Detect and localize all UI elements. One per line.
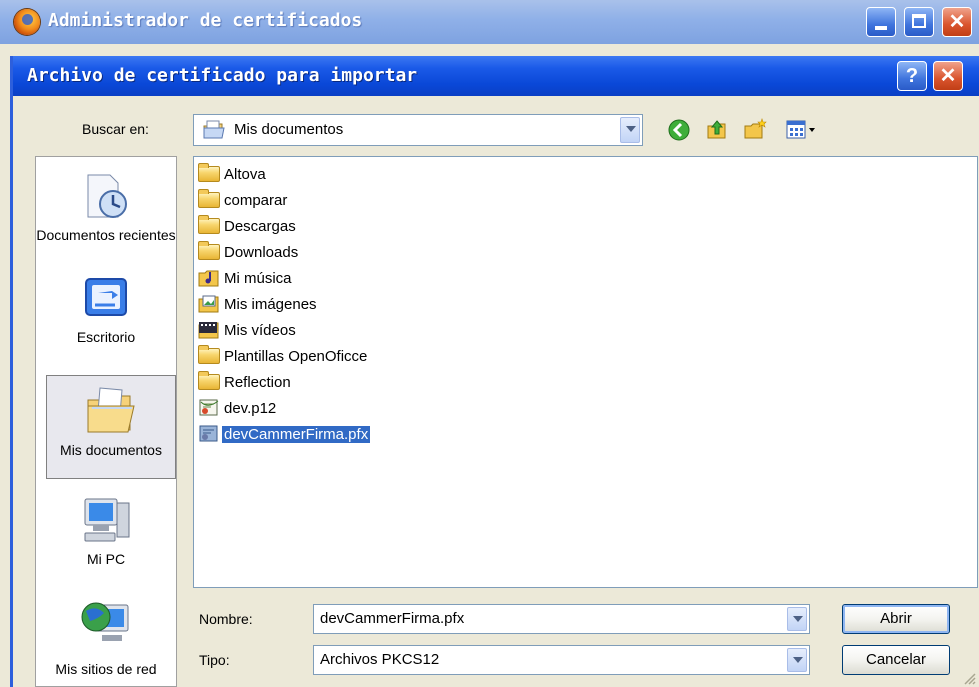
videos-folder-icon <box>198 322 219 339</box>
folder-icon <box>198 345 220 364</box>
file-name: comparar <box>224 191 288 209</box>
outer-window-title: Administrador de certificados <box>48 10 363 31</box>
minimize-button[interactable] <box>866 7 896 37</box>
network-places-icon <box>81 602 129 641</box>
outer-titlebar[interactable]: Administrador de certificados ✕ <box>0 0 979 44</box>
place-label: Documentos recientes <box>36 227 176 243</box>
file-name: Descargas <box>224 217 296 235</box>
filename-label: Nombre: <box>199 611 253 627</box>
folder-icon <box>198 371 220 390</box>
list-item[interactable]: dev.p12 <box>198 396 278 420</box>
list-item[interactable]: Downloads <box>198 240 300 264</box>
file-name: dev.p12 <box>224 399 277 417</box>
place-label: Mi PC <box>86 551 126 567</box>
filename-input[interactable]: devCammerFirma.pfx <box>320 610 464 627</box>
browser-logo-icon <box>14 9 40 35</box>
list-item[interactable]: Descargas <box>198 214 298 238</box>
back-icon[interactable] <box>667 118 691 142</box>
places-bar: Documentos recientes Escritorio Mis docu… <box>35 156 177 687</box>
up-folder-icon[interactable] <box>705 117 729 141</box>
close-icon: ✕ <box>939 65 957 87</box>
filetype-value: Archivos PKCS12 <box>320 651 440 668</box>
file-name: Mi música <box>224 269 292 287</box>
list-item[interactable]: Plantillas OpenOficce <box>198 344 369 368</box>
new-folder-icon[interactable] <box>743 117 767 141</box>
file-name: Mis vídeos <box>224 321 296 339</box>
pictures-folder-icon <box>198 295 219 313</box>
my-documents-small-icon <box>203 120 225 139</box>
file-name: Plantillas OpenOficce <box>224 347 368 365</box>
folder-icon <box>198 163 220 182</box>
place-my-computer[interactable]: Mi PC <box>36 495 176 571</box>
file-name: Mis imágenes <box>224 295 317 313</box>
filename-combobox[interactable]: devCammerFirma.pfx <box>313 604 810 634</box>
desktop-icon <box>85 278 127 316</box>
dialog-close-button[interactable]: ✕ <box>933 61 963 91</box>
file-name: Downloads <box>224 243 299 261</box>
place-my-documents[interactable]: Mis documentos <box>46 375 176 479</box>
maximize-button[interactable] <box>904 7 934 37</box>
folder-icon <box>198 241 220 260</box>
folder-icon <box>198 215 220 234</box>
open-button[interactable]: Abrir <box>842 604 950 634</box>
minimize-icon <box>875 26 887 30</box>
certificate-icon <box>199 399 219 416</box>
help-icon: ? <box>905 65 919 87</box>
filetype-label: Tipo: <box>199 652 230 668</box>
place-recent-documents[interactable]: Documentos recientes <box>36 165 176 269</box>
music-folder-icon <box>198 270 219 287</box>
place-label: Escritorio <box>76 329 136 345</box>
file-name: Altova <box>224 165 266 183</box>
file-open-dialog: Archivo de certificado para importar ? ✕… <box>10 56 979 687</box>
certificate-icon <box>199 425 218 442</box>
list-item[interactable]: Mis vídeos <box>198 318 298 342</box>
list-item-selected[interactable]: devCammerFirma.pfx <box>198 422 371 446</box>
recent-documents-icon <box>87 174 127 218</box>
maximize-icon <box>912 14 926 28</box>
lookin-label: Buscar en: <box>82 121 149 137</box>
resize-grip-icon[interactable] <box>961 670 977 686</box>
place-label: Mis sitios de red <box>55 661 157 677</box>
place-desktop[interactable]: Escritorio <box>36 275 176 351</box>
place-network-places[interactable]: Mis sitios de red <box>36 595 176 685</box>
lookin-combobox[interactable]: Mis documentos <box>193 114 643 146</box>
filename-dropdown-arrow[interactable] <box>787 607 807 631</box>
dialog-titlebar[interactable]: Archivo de certificado para importar ? ✕ <box>13 56 979 96</box>
filetype-combobox[interactable]: Archivos PKCS12 <box>313 645 810 675</box>
outer-close-button[interactable]: ✕ <box>942 7 972 37</box>
file-list[interactable]: Altova comparar Descargas Downloads Mi m… <box>193 156 978 588</box>
cancel-button[interactable]: Cancelar <box>842 645 950 675</box>
folder-icon <box>198 189 220 208</box>
view-menu-icon[interactable] <box>785 118 821 142</box>
lookin-dropdown-arrow[interactable] <box>620 117 640 143</box>
list-item[interactable]: comparar <box>198 188 289 212</box>
list-item[interactable]: Mis imágenes <box>198 292 319 316</box>
my-computer-icon <box>84 498 130 542</box>
dialog-title: Archivo de certificado para importar <box>27 65 418 86</box>
close-icon: ✕ <box>948 11 966 33</box>
list-item[interactable]: Mi música <box>198 266 294 290</box>
lookin-value: Mis documentos <box>234 121 344 138</box>
list-item[interactable]: Altova <box>198 162 268 186</box>
file-name: Reflection <box>224 373 291 391</box>
my-documents-icon <box>87 387 135 433</box>
file-name: devCammerFirma.pfx <box>222 425 371 443</box>
help-button[interactable]: ? <box>897 61 927 91</box>
filetype-dropdown-arrow[interactable] <box>787 648 807 672</box>
place-label: Mis documentos <box>60 442 162 458</box>
list-item[interactable]: Reflection <box>198 370 293 394</box>
